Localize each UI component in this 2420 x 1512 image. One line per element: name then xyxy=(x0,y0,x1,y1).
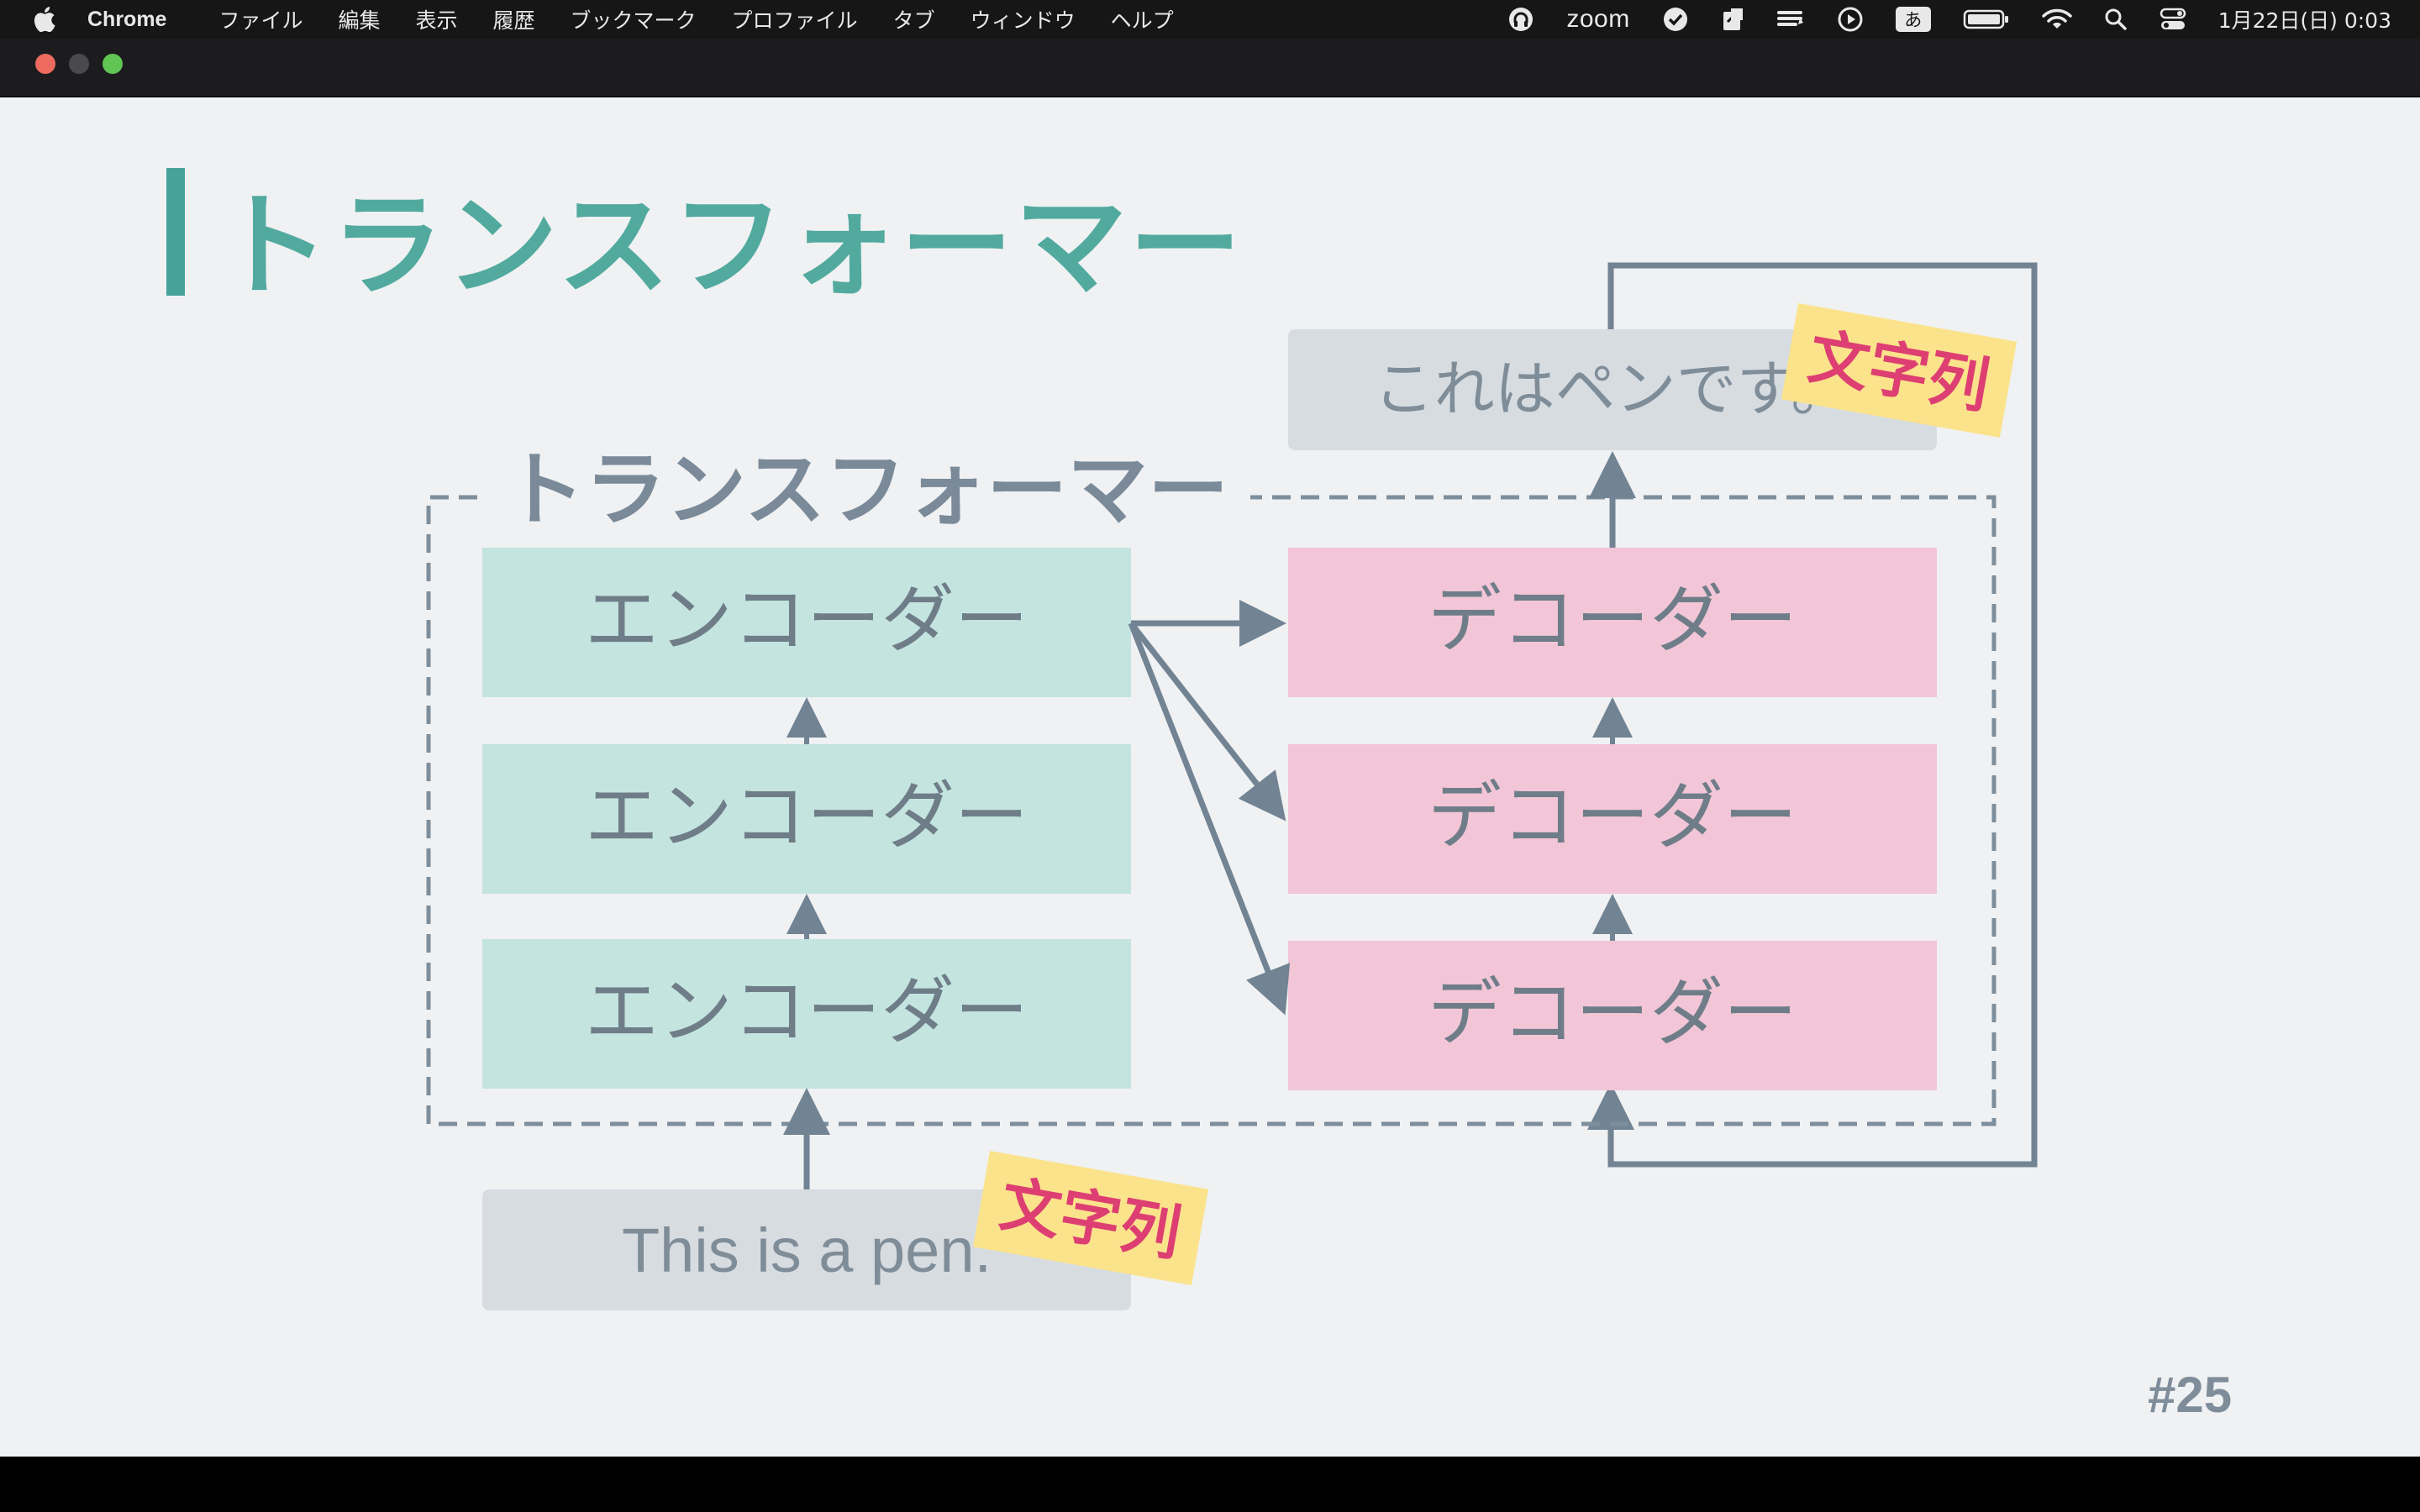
arrow-encoder-to-decoder-3 xyxy=(1128,622,1291,1016)
menu-window[interactable]: ウィンドウ xyxy=(971,4,1076,34)
input-text: This is a pen. xyxy=(622,1215,992,1285)
menu-clock[interactable]: 1月22日(日) 0:03 xyxy=(2218,4,2391,34)
window-fullscreen-button[interactable] xyxy=(103,54,123,74)
window-close-button[interactable] xyxy=(35,54,55,74)
status-area: zoom あ 1月22日(日) 0:03 xyxy=(1507,0,2391,39)
menu-bar: Chrome ファイル 編集 表示 履歴 ブックマーク プロファイル タブ ウィ… xyxy=(0,0,2420,39)
window-minimize-button[interactable] xyxy=(69,54,89,74)
encoder-label-3: エンコーダー xyxy=(585,968,1028,1054)
menu-file[interactable]: ファイル xyxy=(218,4,302,34)
menu-tab[interactable]: タブ xyxy=(893,4,935,34)
transformer-diagram: トランスフォーマー これはペンです。 文字列 エンコーダー エンコーダー エンコ… xyxy=(426,262,2038,1310)
slide-page-number: #25 xyxy=(2148,1367,2233,1423)
wifi-icon[interactable] xyxy=(2041,8,2072,31)
arrow-encoder-to-decoder-2 xyxy=(1128,621,1286,822)
screen-bottom-strip xyxy=(0,1457,2420,1512)
input-method-badge[interactable]: あ xyxy=(1895,7,1931,32)
decoder-label-2: デコーダー xyxy=(1428,773,1797,859)
search-icon[interactable] xyxy=(2104,8,2128,31)
output-text: これはペンです。 xyxy=(1374,354,1852,424)
menu-edit[interactable]: 編集 xyxy=(338,4,380,34)
decoder-label-3: デコーダー xyxy=(1428,969,1797,1056)
menu-bookmarks[interactable]: ブックマーク xyxy=(571,4,697,34)
menu-view[interactable]: 表示 xyxy=(416,4,458,34)
menu-app-name[interactable]: Chrome xyxy=(87,8,166,32)
menu-help[interactable]: ヘルプ xyxy=(1111,4,1174,34)
encoder-label-1: エンコーダー xyxy=(585,576,1028,663)
apple-icon[interactable] xyxy=(32,7,57,32)
transformer-group-label: トランスフォーマー xyxy=(504,443,1228,537)
control-center-icon[interactable] xyxy=(2160,7,2186,32)
encoder-label-2: エンコーダー xyxy=(585,773,1028,859)
check-circle-icon[interactable] xyxy=(1662,6,1689,33)
play-circle-icon[interactable] xyxy=(1837,6,1864,33)
menu-profiles[interactable]: プロファイル xyxy=(732,4,858,34)
stripes-icon[interactable] xyxy=(1776,8,1805,31)
headphones-icon[interactable] xyxy=(1507,6,1534,33)
battery-icon[interactable] xyxy=(1963,8,2010,30)
zoom-status-label[interactable]: zoom xyxy=(1566,5,1629,34)
window-titlebar xyxy=(0,39,2420,99)
decoder-label-1: デコーダー xyxy=(1428,576,1797,663)
presentation-slide: トランスフォーマー トランスフォーマー これはペンです。 文字列 エンコーダー … xyxy=(0,97,2420,1457)
clipboard-icon[interactable] xyxy=(1721,7,1744,32)
menu-history[interactable]: 履歴 xyxy=(493,4,535,34)
